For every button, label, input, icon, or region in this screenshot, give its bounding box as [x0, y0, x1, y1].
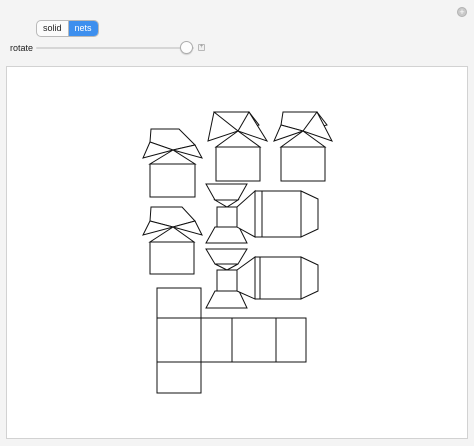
net-5-top-trapezoid	[205, 183, 248, 201]
net-7-strip-2	[231, 317, 277, 363]
net-5	[205, 183, 319, 244]
net-6-top-triangle	[214, 263, 239, 271]
net-7-bottom-square	[156, 361, 202, 394]
net-6-top-trapezoid	[205, 248, 248, 265]
net-5-top-triangle	[213, 199, 240, 208]
net-6	[205, 248, 319, 309]
plus-circle-icon[interactable]: +	[457, 7, 467, 17]
nets-canvas	[6, 66, 468, 439]
net-4	[142, 206, 203, 275]
net-6-band-left-cap	[236, 256, 256, 300]
rotate-slider-track[interactable]	[36, 47, 194, 49]
net-1-square-face	[149, 163, 196, 198]
plus-icon[interactable]: +	[198, 44, 205, 51]
net-4-square-face	[149, 241, 195, 275]
net-3-square-face	[280, 146, 326, 182]
net-5-band-right-cap	[300, 190, 319, 238]
net-6-middle-square	[216, 269, 238, 292]
net-2	[207, 111, 269, 182]
net-7-strip-3	[275, 317, 307, 363]
net-3	[273, 111, 334, 182]
nets-drawing	[142, 111, 334, 394]
net-5-middle-square	[216, 206, 238, 228]
net-7-strip-1	[200, 317, 233, 363]
net-2-square-face	[215, 146, 261, 182]
net-1	[142, 128, 203, 198]
net-6-band-right-cap	[300, 256, 319, 300]
net-7-top-square	[156, 287, 202, 319]
solid-button[interactable]: solid	[37, 21, 68, 36]
net-6-band-body	[254, 256, 302, 300]
rotate-slider-thumb[interactable]	[179, 41, 193, 54]
net-6-bottom-trapezoid	[205, 290, 248, 309]
rotate-label: rotate	[10, 43, 34, 53]
net-7-center-square	[156, 317, 202, 363]
demonstration-panel: + solid nets rotate +	[0, 0, 474, 446]
view-toggle: solid nets	[36, 20, 99, 37]
nets-button[interactable]: nets	[67, 21, 98, 36]
